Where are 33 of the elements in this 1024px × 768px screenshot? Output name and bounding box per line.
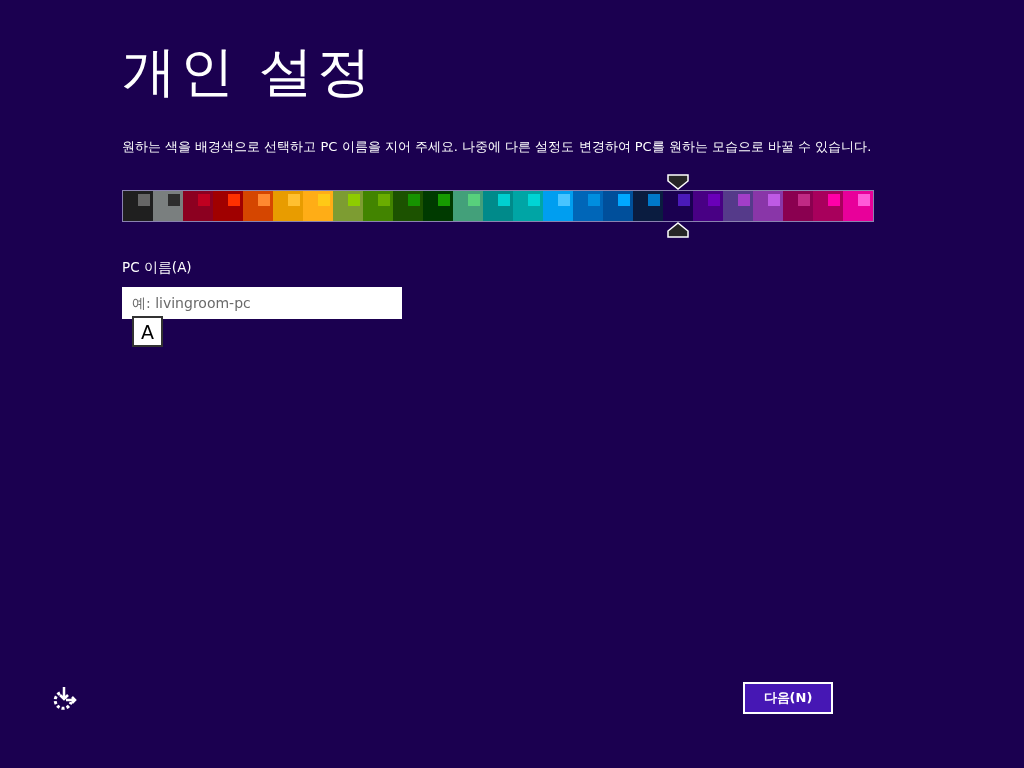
color-swatch[interactable] [363,190,393,222]
up-arrow-icon [667,222,689,238]
color-swatch[interactable] [453,190,483,222]
color-swatch[interactable] [783,190,813,222]
down-arrow-icon [667,174,689,190]
color-swatch[interactable] [303,190,333,222]
description-text: 원하는 색을 배경색으로 선택하고 PC 이름을 지어 주세요. 나중에 다른 설정도 변경하여 PC를 원하는 모습으로 바꿀 수 있습니다. [122,138,873,156]
next-button[interactable]: 다음(N) [743,682,833,714]
accessibility-icon[interactable] [52,685,78,711]
page-title: 개인 설정 [122,39,376,105]
color-swatch[interactable] [543,190,573,222]
color-swatch[interactable] [513,190,543,222]
color-swatch[interactable] [273,190,303,222]
color-swatch[interactable] [843,190,874,222]
pc-name-label: PC 이름(A) [122,259,192,277]
color-swatch[interactable] [663,190,693,222]
color-swatch[interactable] [603,190,633,222]
color-swatch[interactable] [183,190,213,222]
color-swatch[interactable] [243,190,273,222]
color-swatch[interactable] [813,190,843,222]
color-swatch[interactable] [122,190,153,222]
color-swatch[interactable] [333,190,363,222]
color-swatch[interactable] [423,190,453,222]
color-swatch[interactable] [573,190,603,222]
color-swatch[interactable] [393,190,423,222]
color-swatch[interactable] [213,190,243,222]
color-swatch[interactable] [693,190,723,222]
color-swatch[interactable] [723,190,753,222]
color-swatch[interactable] [753,190,783,222]
color-swatch[interactable] [483,190,513,222]
pc-name-input[interactable]: 예: livingroom-pc [122,287,402,319]
color-swatch[interactable] [153,190,183,222]
color-swatch[interactable] [633,190,663,222]
